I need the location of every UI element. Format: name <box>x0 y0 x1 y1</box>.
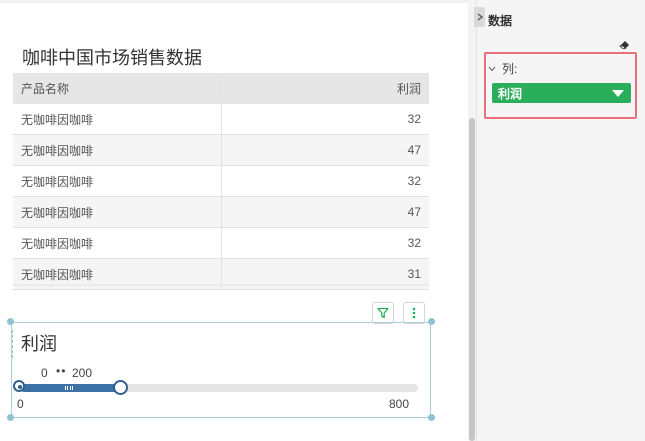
slider-title: 利润 <box>21 334 57 354</box>
more-options-button[interactable] <box>403 302 425 324</box>
column-header-profit[interactable]: 利润 <box>221 73 429 104</box>
selected-high-value: 200 <box>72 366 93 380</box>
cell-profit: 32 <box>221 165 429 197</box>
cell-profit: 32 <box>221 227 429 259</box>
dashboard-canvas: 咖啡中国市场销售数据 产品名称 利润 无咖啡因咖啡 32 无咖啡因咖啡 47 无… <box>0 0 468 441</box>
slider-handle-high[interactable] <box>112 380 128 395</box>
table-row[interactable]: 无咖啡因咖啡 47 <box>13 134 429 166</box>
table-row[interactable]: 无咖啡因咖啡 47 <box>13 196 429 228</box>
resize-handle-bottom-left[interactable] <box>7 414 14 421</box>
table-row[interactable]: 无咖啡因咖啡 32 <box>13 227 429 259</box>
slider-max-label: 800 <box>389 397 410 411</box>
widget-drag-guide <box>12 330 14 358</box>
filter-button[interactable] <box>372 302 394 324</box>
resize-handle-bottom-right[interactable] <box>428 414 435 421</box>
range-grip-icon <box>65 386 73 390</box>
panel-collapse-button[interactable] <box>474 7 485 27</box>
cell-product: 无咖啡因咖啡 <box>13 196 222 228</box>
chevron-down-icon <box>488 66 496 71</box>
column-section-header[interactable]: 列: <box>488 60 517 77</box>
profit-field-dropdown[interactable]: 利润 <box>492 83 631 103</box>
field-name: 利润 <box>498 86 523 101</box>
table-row[interactable]: 无咖啡因咖啡 32 <box>13 165 429 197</box>
cell-product: 无咖啡因咖啡 <box>13 103 222 135</box>
dropdown-arrow-icon <box>612 89 624 97</box>
table-title: 咖啡中国市场销售数据 <box>22 48 202 68</box>
resize-handle-top-left[interactable] <box>7 318 14 325</box>
table-row[interactable]: 无咖啡因咖啡 32 <box>13 103 429 135</box>
chevron-right-icon <box>477 13 483 21</box>
column-header-product[interactable]: 产品名称 <box>13 73 222 104</box>
slider-min-label: 0 <box>17 397 24 411</box>
eraser-icon <box>619 41 629 49</box>
cell-product: 无咖啡因咖啡 <box>13 134 222 166</box>
selected-low-value: 0 <box>41 366 48 380</box>
table-bottom-edge <box>13 284 429 286</box>
cell-profit: 47 <box>221 196 429 228</box>
column-label: 列: <box>502 62 518 76</box>
range-separator: •• <box>56 364 67 378</box>
panel-title: 数据 <box>488 14 513 28</box>
resize-handle-top-right[interactable] <box>428 318 435 325</box>
more-vertical-icon <box>412 307 416 319</box>
slider-handle-low[interactable] <box>13 380 25 392</box>
filter-icon <box>377 307 389 319</box>
cell-product: 无咖啡因咖啡 <box>13 227 222 259</box>
canvas-top-border <box>0 0 468 3</box>
cell-profit: 47 <box>221 134 429 166</box>
cell-product: 无咖啡因咖啡 <box>13 165 222 197</box>
canvas-scrollbar-thumb[interactable] <box>469 118 475 441</box>
data-table: 产品名称 利润 无咖啡因咖啡 32 无咖啡因咖啡 47 无咖啡因咖啡 32 无咖… <box>13 73 429 290</box>
table-header-row: 产品名称 利润 <box>13 73 429 104</box>
cell-profit: 32 <box>221 103 429 135</box>
